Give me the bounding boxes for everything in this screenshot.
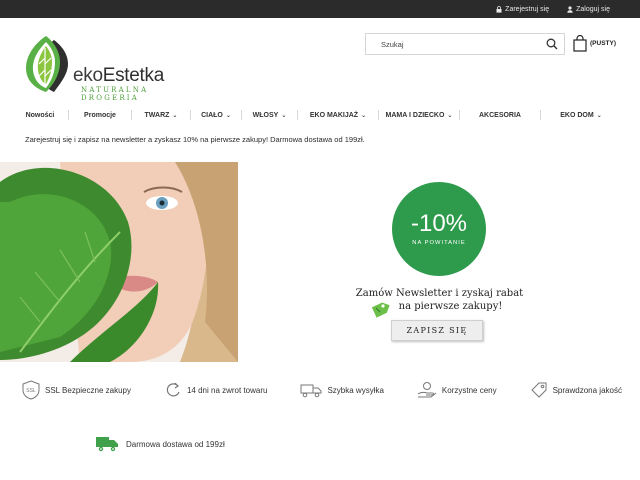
nav-item-cialo[interactable]: CIAŁO ⌄ bbox=[191, 104, 241, 126]
price-hand-icon bbox=[417, 382, 437, 398]
ssl-shield-icon: SSL bbox=[22, 380, 40, 400]
cart-button[interactable]: (PUSTY) bbox=[573, 35, 616, 52]
login-link[interactable]: Zaloguj się bbox=[567, 6, 610, 13]
feature-prices: Korzystne ceny bbox=[417, 381, 497, 399]
nav-label: WŁOSY bbox=[252, 111, 279, 119]
nav-item-mama-i-dziecko[interactable]: MAMA I DZIECKO ⌄ bbox=[379, 104, 459, 126]
chevron-down-icon: ⌄ bbox=[281, 112, 287, 119]
hero-photo bbox=[0, 162, 238, 362]
feature-ssl: SSL SSL Bezpieczne zakupy bbox=[22, 380, 131, 400]
quality-tag-icon bbox=[530, 382, 547, 398]
cart-status: (PUSTY) bbox=[590, 40, 616, 47]
user-icon bbox=[567, 5, 573, 13]
register-label: Zarejestruj się bbox=[505, 5, 550, 13]
nav-item-twarz[interactable]: TWARZ ⌄ bbox=[132, 104, 190, 126]
nav-item-wlosy[interactable]: WŁOSY ⌄ bbox=[242, 104, 297, 126]
chevron-down-icon: ⌄ bbox=[447, 112, 453, 119]
feature-return: 14 dni na zwrot towaru bbox=[164, 381, 268, 399]
brand-tagline: NATURALNA DROGERIA bbox=[81, 86, 149, 102]
nav-item-akcesoria[interactable]: AKCESORIA bbox=[460, 104, 540, 126]
brand-prefix: eko bbox=[73, 65, 103, 86]
chevron-down-icon: ⌄ bbox=[172, 112, 178, 119]
free-delivery-label: Darmowa dostawa od 199zł bbox=[126, 439, 225, 449]
top-bar: Zarejestruj się Zaloguj się bbox=[0, 0, 640, 18]
feature-label: 14 dni na zwrot towaru bbox=[186, 385, 268, 395]
discount-percent: -10% bbox=[410, 210, 468, 237]
hero-headline-line1: Zamów Newsletter i zyskaj rabat bbox=[355, 288, 524, 299]
feature-label: Korzystne ceny bbox=[441, 385, 497, 395]
nav-label: EKO DOM bbox=[560, 111, 594, 119]
nav-label: CIAŁO bbox=[201, 111, 223, 119]
chevron-down-icon: ⌄ bbox=[225, 112, 231, 119]
register-link[interactable]: Zarejestruj się bbox=[496, 6, 549, 13]
nav-label: MAMA I DZIECKO bbox=[385, 111, 445, 119]
site-logo[interactable]: ekoEstetka NATURALNA DROGERIA bbox=[24, 34, 184, 102]
search-input[interactable] bbox=[366, 34, 536, 54]
return-arrow-icon bbox=[166, 382, 180, 397]
delivery-truck-icon bbox=[300, 384, 322, 398]
search-icon[interactable] bbox=[546, 38, 558, 50]
model-with-leaf-image bbox=[0, 162, 238, 362]
chevron-down-icon: ⌄ bbox=[596, 112, 602, 119]
chevron-down-icon: ⌄ bbox=[361, 112, 367, 119]
nav-label: EKO MAKIJAŻ bbox=[309, 111, 359, 119]
nav-item-eko-dom[interactable]: EKO DOM ⌄ bbox=[541, 104, 621, 126]
discount-subtitle: NA POWITANIE bbox=[412, 240, 466, 246]
lock-icon bbox=[496, 5, 502, 13]
brand-name: ekoEstetka bbox=[73, 66, 164, 85]
feature-label: SSL Bezpieczne zakupy bbox=[45, 385, 131, 395]
promo-message: Zarejestruj się i zapisz na newsletter a… bbox=[25, 135, 365, 144]
feature-label: Szybka wysyłka bbox=[327, 385, 384, 395]
subscribe-button[interactable]: ZAPISZ SIĘ bbox=[391, 320, 483, 341]
login-label: Zaloguj się bbox=[576, 5, 610, 13]
nav-label: Promocje bbox=[84, 111, 116, 119]
free-delivery-notice: Darmowa dostawa od 199zł bbox=[96, 436, 225, 452]
shopping-bag-icon bbox=[573, 35, 587, 52]
main-nav: Nowości Promocje TWARZ ⌄ CIAŁO ⌄ WŁOSY ⌄ EK… bbox=[12, 104, 628, 126]
feature-shipping: Szybka wysyłka bbox=[300, 382, 384, 398]
discount-badge: -10% NA POWITANIE bbox=[392, 182, 486, 276]
search-box bbox=[365, 33, 565, 55]
nav-label: Nowości bbox=[25, 111, 55, 119]
svg-text:SSL: SSL bbox=[26, 388, 36, 394]
price-tag-icon bbox=[371, 302, 390, 318]
account-links: Zarejestruj się Zaloguj się bbox=[496, 0, 610, 18]
nav-label: TWARZ bbox=[144, 111, 170, 119]
nav-item-nowosci[interactable]: Nowości bbox=[12, 104, 68, 126]
feature-label: Sprawdzona jakość bbox=[552, 385, 622, 395]
hero-banner[interactable] bbox=[0, 162, 640, 362]
feature-quality: Sprawdzona jakość bbox=[530, 381, 622, 399]
nav-label: AKCESORIA bbox=[478, 111, 521, 119]
green-truck-icon bbox=[96, 437, 118, 452]
nav-item-eko-makijaz[interactable]: EKO MAKIJAŻ ⌄ bbox=[298, 104, 378, 126]
nav-item-promocje[interactable]: Promocje bbox=[69, 104, 131, 126]
brand-suffix: Estetka bbox=[102, 65, 165, 86]
features-bar: SSL SSL Bezpieczne zakupy 14 dni na zwro… bbox=[22, 378, 622, 402]
